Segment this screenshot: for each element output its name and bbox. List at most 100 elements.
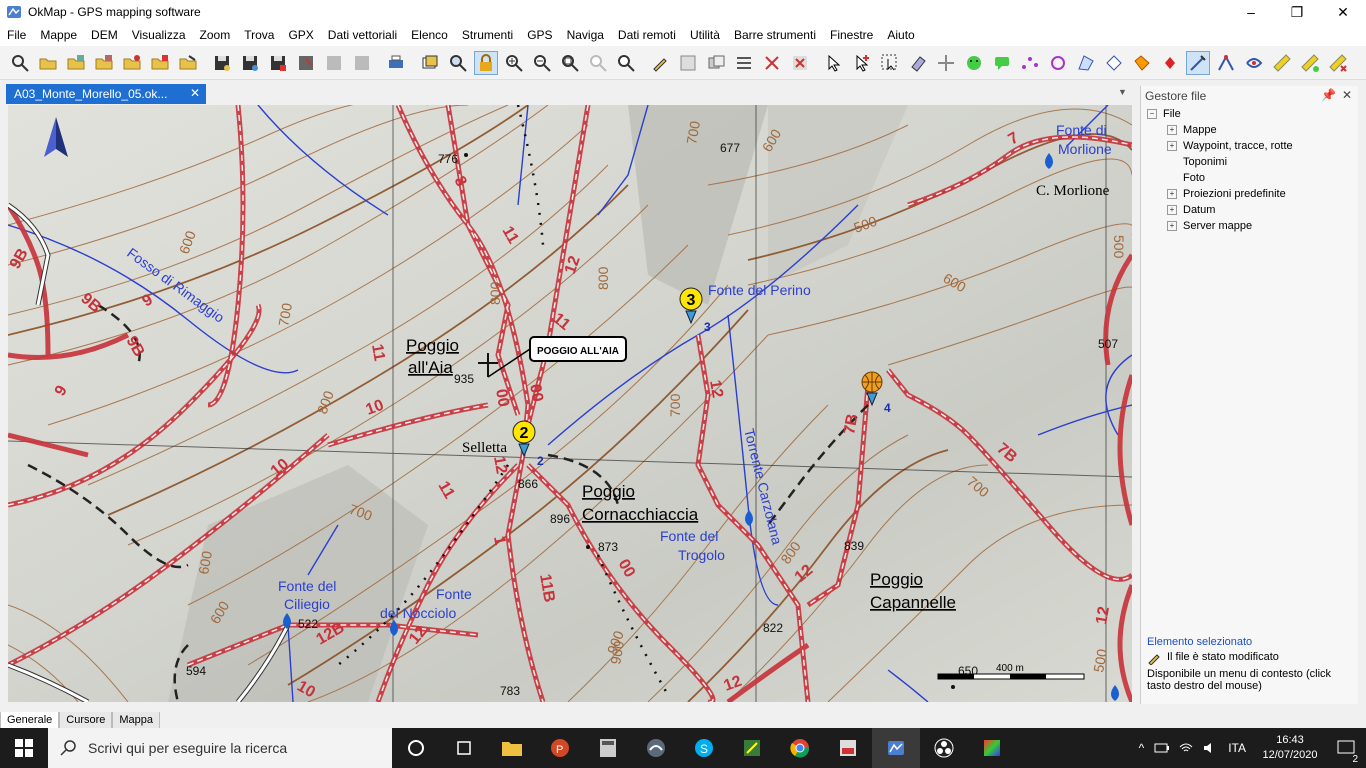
zoom-out-button[interactable]	[530, 51, 554, 75]
okmap-taskbar-button[interactable]	[872, 728, 920, 768]
zoom-1-1-button[interactable]	[614, 51, 638, 75]
color-app-button[interactable]	[968, 728, 1016, 768]
language-indicator[interactable]: ITA	[1228, 741, 1246, 755]
tag-button[interactable]	[1130, 51, 1154, 75]
disabled-tool-1[interactable]	[322, 51, 346, 75]
open-folder-button[interactable]	[36, 51, 60, 75]
polygon-button[interactable]	[1074, 51, 1098, 75]
zoom-window-button[interactable]	[558, 51, 582, 75]
ruler-button[interactable]	[1270, 51, 1294, 75]
menu-trova[interactable]: Trova	[237, 24, 281, 46]
task-view-button[interactable]	[440, 728, 488, 768]
close-window-button[interactable]: ✕	[1320, 0, 1366, 24]
expand-icon[interactable]: +	[1167, 221, 1177, 231]
battery-icon[interactable]	[1154, 741, 1170, 755]
menu-gps[interactable]: GPS	[520, 24, 559, 46]
zoom-in-button[interactable]	[502, 51, 526, 75]
layers-button[interactable]	[418, 51, 442, 75]
editor-app-button[interactable]	[728, 728, 776, 768]
delete-tool-button[interactable]	[760, 51, 784, 75]
save-all-button[interactable]	[266, 51, 290, 75]
overlay-tool-button[interactable]	[704, 51, 728, 75]
disabled-tool-2[interactable]	[350, 51, 374, 75]
menu-dati-remoti[interactable]: Dati remoti	[611, 24, 683, 46]
expand-icon[interactable]: +	[1167, 141, 1177, 151]
expand-icon[interactable]: +	[1167, 125, 1177, 135]
track-join-button[interactable]	[1242, 51, 1266, 75]
eraser-button[interactable]	[906, 51, 930, 75]
select-area-button[interactable]	[878, 51, 902, 75]
tree-item-toponimi[interactable]: Toponimi	[1167, 154, 1358, 170]
close-tab-icon[interactable]: ✕	[190, 86, 200, 100]
open-map-button[interactable]	[64, 51, 88, 75]
menu-barre-strumenti[interactable]: Barre strumenti	[727, 24, 823, 46]
cortana-button[interactable]	[392, 728, 440, 768]
clock[interactable]: 16:43 12/07/2020	[1254, 733, 1326, 763]
tabs-dropdown-icon[interactable]: ▼	[1118, 87, 1130, 99]
track-edit-button[interactable]	[1214, 51, 1238, 75]
expand-icon[interactable]: +	[1167, 189, 1177, 199]
notifications-button[interactable]: 2	[1326, 740, 1366, 765]
route-button[interactable]	[1046, 51, 1070, 75]
document-tab[interactable]: A03_Monte_Morello_05.ok... ✕	[6, 84, 206, 104]
grid-tool-button[interactable]	[676, 51, 700, 75]
open-track-button[interactable]	[176, 51, 200, 75]
ruler-add-button[interactable]	[1298, 51, 1322, 75]
transfer-tool-button[interactable]	[732, 51, 756, 75]
marker-button[interactable]	[1158, 51, 1182, 75]
menu-elenco[interactable]: Elenco	[404, 24, 455, 46]
open-data-button[interactable]	[148, 51, 172, 75]
menu-naviga[interactable]: Naviga	[560, 24, 611, 46]
expand-icon[interactable]: +	[1167, 205, 1177, 215]
save-button[interactable]	[210, 51, 234, 75]
tree-item-server-mappe[interactable]: + Server mappe	[1167, 218, 1358, 234]
menu-zoom[interactable]: Zoom	[193, 24, 238, 46]
tray-overflow-icon[interactable]: ^	[1139, 741, 1145, 755]
tree-item-foto[interactable]: Foto	[1167, 170, 1358, 186]
tree-root-file[interactable]: − File	[1147, 106, 1358, 122]
map-view[interactable]: Poggio all'Aia Selletta Poggio Cornacchi…	[8, 105, 1132, 702]
menu-gpx[interactable]: GPX	[281, 24, 320, 46]
maximize-button[interactable]: ❐	[1274, 0, 1320, 24]
select-pointer-button[interactable]	[822, 51, 846, 75]
shape-edit-button[interactable]	[1102, 51, 1126, 75]
minimize-button[interactable]: –	[1228, 0, 1274, 24]
file-explorer-button[interactable]	[488, 728, 536, 768]
pdf-app-button[interactable]	[824, 728, 872, 768]
menu-mappe[interactable]: Mappe	[33, 24, 84, 46]
menu-file[interactable]: File	[0, 24, 33, 46]
volume-icon[interactable]	[1202, 741, 1218, 755]
powerpoint-button[interactable]: P	[536, 728, 584, 768]
tree-item-mappe[interactable]: + Mappe	[1167, 122, 1358, 138]
tree-item-proiezioni[interactable]: + Proiezioni predefinite	[1167, 186, 1358, 202]
start-button[interactable]	[0, 728, 48, 768]
close-panel-icon[interactable]: ✕	[1342, 88, 1352, 102]
calculator-button[interactable]	[584, 728, 632, 768]
pin-icon[interactable]: 📌	[1321, 88, 1336, 102]
steam-app-button[interactable]	[632, 728, 680, 768]
waypoint-face-button[interactable]	[962, 51, 986, 75]
ruler-remove-button[interactable]	[1326, 51, 1350, 75]
save-as-button[interactable]	[238, 51, 262, 75]
menu-finestre[interactable]: Finestre	[823, 24, 880, 46]
menu-aiuto[interactable]: Aiuto	[880, 24, 921, 46]
lock-button[interactable]	[474, 50, 498, 75]
zoom-button[interactable]	[446, 51, 470, 75]
select-add-button[interactable]	[850, 51, 874, 75]
topographic-map[interactable]: Poggio all'Aia Selletta Poggio Cornacchi…	[8, 105, 1132, 702]
tree-item-datum[interactable]: + Datum	[1167, 202, 1358, 218]
open-dem-button[interactable]	[92, 51, 116, 75]
delete-all-tool-button[interactable]	[788, 51, 812, 75]
taskbar-search[interactable]: Scrivi qui per eseguire la ricerca	[48, 728, 392, 768]
zoom-scale-button[interactable]	[586, 51, 610, 75]
menu-visualizza[interactable]: Visualizza	[125, 24, 193, 46]
message-button[interactable]	[990, 51, 1014, 75]
menu-dati-vettoriali[interactable]: Dati vettoriali	[321, 24, 404, 46]
print-button[interactable]	[384, 51, 408, 75]
points-button[interactable]	[1018, 51, 1042, 75]
collapse-icon[interactable]: −	[1147, 109, 1157, 119]
move-button[interactable]	[934, 51, 958, 75]
chrome-button[interactable]	[776, 728, 824, 768]
menu-dem[interactable]: DEM	[84, 24, 125, 46]
menu-utilita[interactable]: Utilità	[683, 24, 727, 46]
